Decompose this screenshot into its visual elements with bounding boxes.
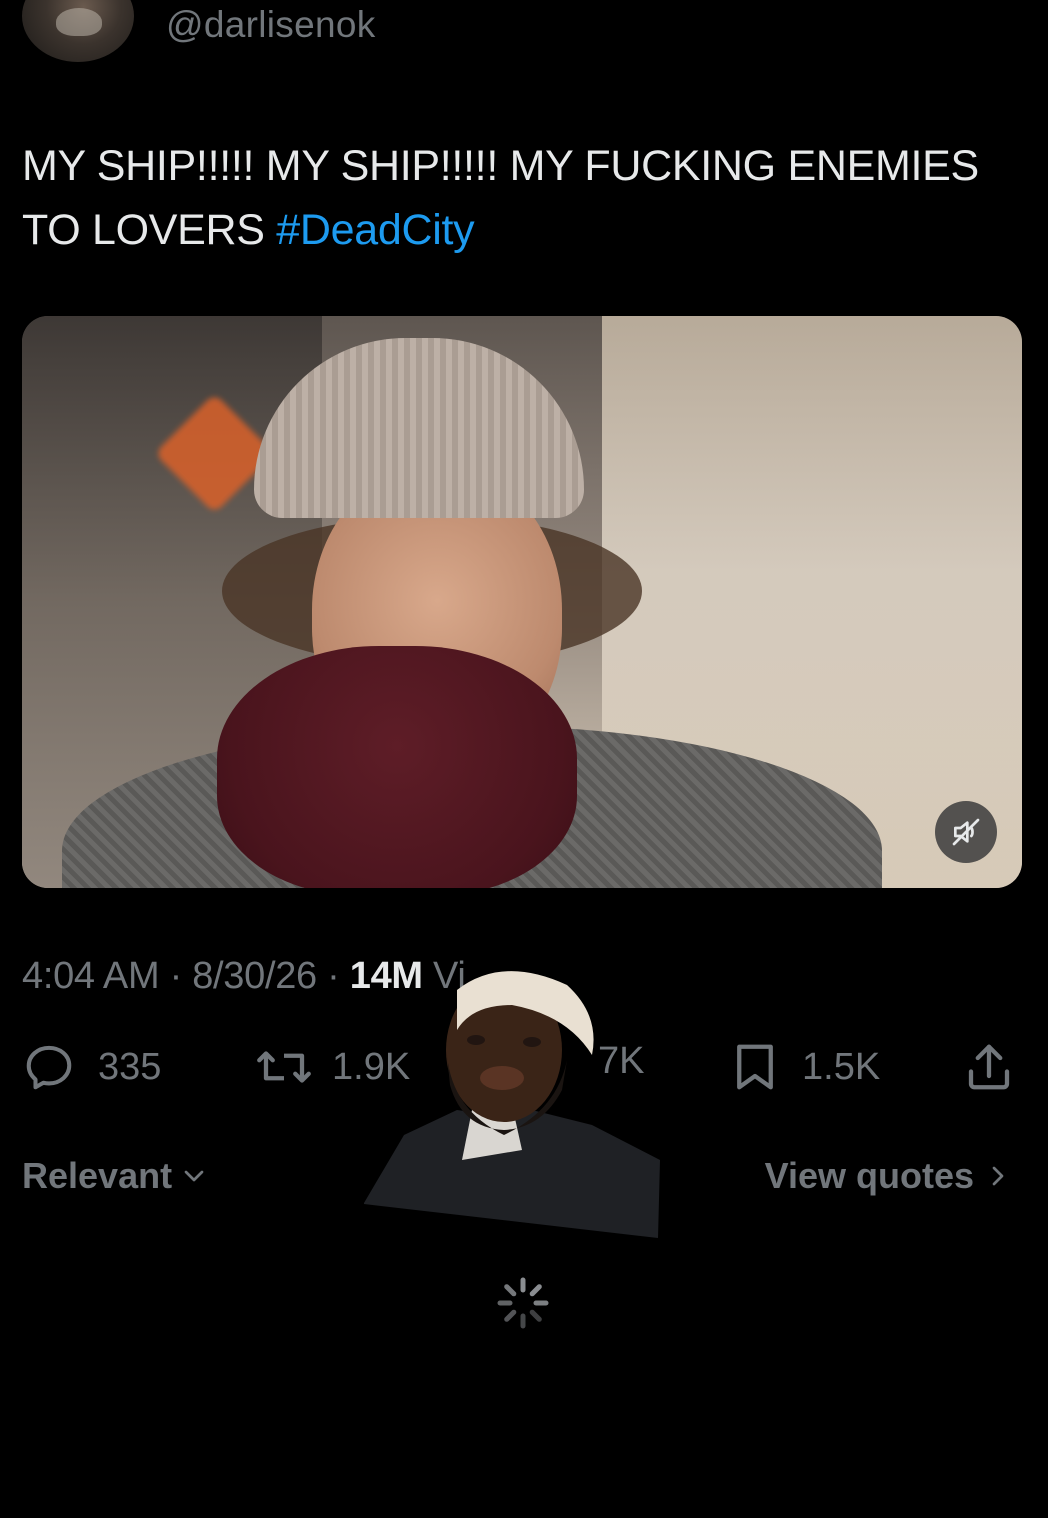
loading-spinner-icon: [497, 1277, 549, 1329]
tweet-video[interactable]: [22, 316, 1022, 888]
mute-button[interactable]: [935, 801, 997, 863]
share-icon: [968, 1044, 1010, 1090]
reply-icon: [26, 1045, 72, 1090]
tweet-text: MY SHIP!!!!! MY SHIP!!!!! MY FUCKING ENE…: [22, 134, 1032, 262]
view-quotes-link[interactable]: View quotes: [765, 1155, 1014, 1197]
video-scarf: [217, 646, 577, 888]
hashtag-link[interactable]: #DeadCity: [276, 206, 474, 254]
tweet-body: MY SHIP!!!!! MY SHIP!!!!! MY FUCKING ENE…: [22, 142, 979, 254]
avatar[interactable]: [22, 0, 134, 62]
reply-sort-dropdown[interactable]: Relevant: [22, 1155, 210, 1197]
bookmark-icon: [737, 1044, 773, 1090]
bookmark-button[interactable]: 1.5K: [730, 1040, 880, 1094]
volume-muted-icon: [952, 818, 980, 846]
chevron-right-icon: [992, 1166, 1004, 1186]
repost-icon: [257, 1051, 311, 1083]
user-handle[interactable]: @darlisenok: [166, 4, 376, 46]
reply-button[interactable]: 335: [22, 1040, 161, 1094]
chevron-down-icon: [184, 1170, 204, 1182]
view-quotes-label: View quotes: [764, 1155, 974, 1196]
share-button[interactable]: [962, 1040, 1016, 1094]
reply-count: 335: [98, 1045, 162, 1088]
overlay-person-cutout: [364, 971, 660, 1238]
tweet-timestamp: 4:04 AM · 8/30/26 ·: [22, 955, 350, 997]
sort-label: Relevant: [22, 1155, 173, 1196]
bookmark-count: 1.5K: [802, 1045, 881, 1088]
